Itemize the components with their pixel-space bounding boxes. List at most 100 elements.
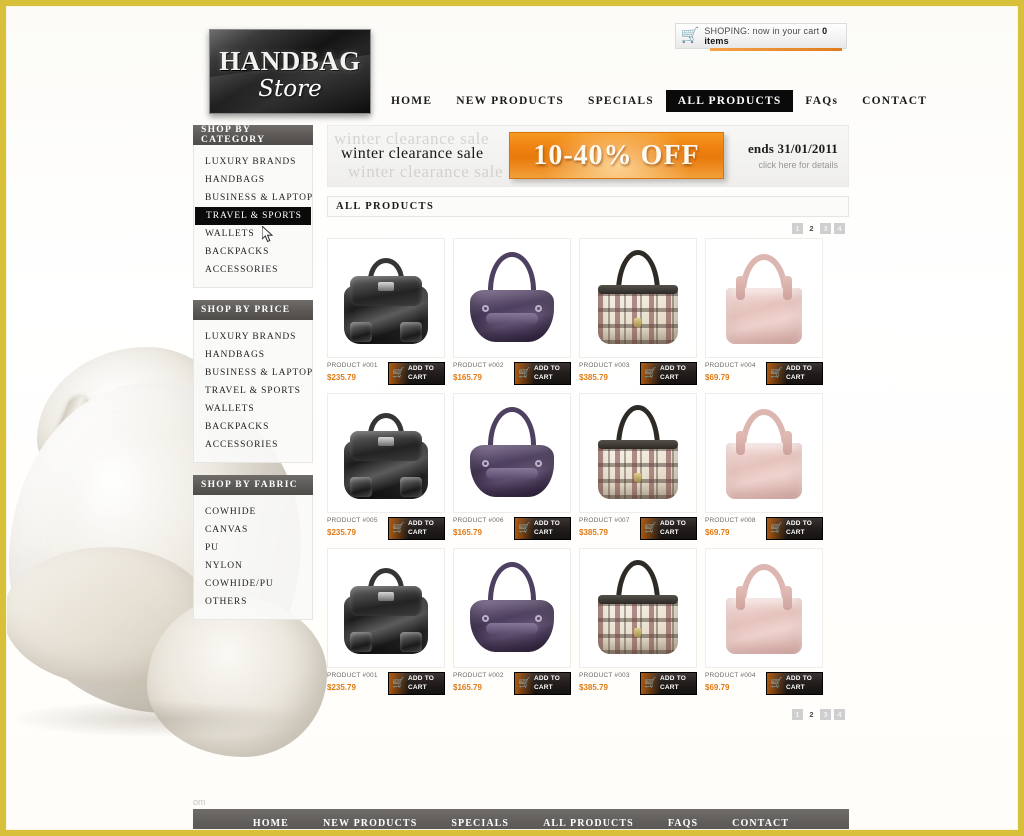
add-to-cart-button[interactable]: 🛒 ADD TO CART bbox=[640, 672, 697, 695]
sidebar-item-cowhide-pu[interactable]: COWHIDE/PU bbox=[194, 575, 312, 593]
add-to-cart-button[interactable]: 🛒 ADD TO CART bbox=[766, 517, 823, 540]
product-thumbnail[interactable] bbox=[705, 548, 823, 668]
add-to-cart-line-1: ADD TO bbox=[786, 365, 812, 373]
sidebar-item-canvas[interactable]: CANVAS bbox=[194, 521, 312, 539]
product-thumbnail[interactable] bbox=[327, 548, 445, 668]
product-info: PRODUCT #001 $235.79 bbox=[327, 672, 378, 692]
product-price: $165.79 bbox=[453, 373, 482, 382]
product-price: $69.79 bbox=[705, 683, 730, 692]
promo-details-link[interactable]: click here for details bbox=[748, 160, 838, 170]
product-name: PRODUCT #007 bbox=[579, 517, 630, 524]
product-thumbnail[interactable] bbox=[453, 393, 571, 513]
product-card[interactable]: PRODUCT #004 $69.79 🛒 ADD TO CART bbox=[705, 548, 823, 695]
add-to-cart-button[interactable]: 🛒 ADD TO CART bbox=[514, 517, 571, 540]
product-card[interactable]: PRODUCT #002 $165.79 🛒 ADD TO CART bbox=[453, 238, 571, 385]
product-card[interactable]: PRODUCT #004 $69.79 🛒 ADD TO CART bbox=[705, 238, 823, 385]
footer-item-new-products[interactable]: NEW PRODUCTS bbox=[323, 818, 417, 829]
sidebar-item-wallets[interactable]: WALLETS bbox=[194, 225, 312, 243]
sidebar-item-nylon[interactable]: NYLON bbox=[194, 557, 312, 575]
product-meta: PRODUCT #008 $69.79 🛒 ADD TO CART bbox=[705, 513, 823, 540]
add-to-cart-button[interactable]: 🛒 ADD TO CART bbox=[766, 672, 823, 695]
add-to-cart-button[interactable]: 🛒 ADD TO CART bbox=[514, 362, 571, 385]
pagination-page-1[interactable]: 1 bbox=[792, 223, 803, 234]
product-thumbnail[interactable] bbox=[579, 393, 697, 513]
sidebar-item-travel-sports[interactable]: TRAVEL & SPORTS bbox=[195, 207, 311, 225]
product-card[interactable]: PRODUCT #001 $235.79 🛒 ADD TO CART bbox=[327, 548, 445, 695]
add-to-cart-button[interactable]: 🛒 ADD TO CART bbox=[640, 517, 697, 540]
pagination-page-3[interactable]: 3 bbox=[820, 223, 831, 234]
pagination-page-4[interactable]: 4 bbox=[834, 709, 845, 720]
shopping-cart-status[interactable]: 🛒 SHOPING: now in your cart 0 items bbox=[675, 23, 847, 51]
footer-item-specials[interactable]: SPECIALS bbox=[451, 818, 509, 829]
sidebar-item-business-laptop[interactable]: BUSINESS & LAPTOP bbox=[194, 189, 312, 207]
product-card[interactable]: PRODUCT #002 $165.79 🛒 ADD TO CART bbox=[453, 548, 571, 695]
product-name: PRODUCT #002 bbox=[453, 672, 504, 679]
sidebar-item-luxury-brands[interactable]: LUXURY BRANDS bbox=[194, 153, 312, 171]
sidebar-item-cowhide[interactable]: COWHIDE bbox=[194, 503, 312, 521]
footer-item-home[interactable]: HOME bbox=[253, 818, 289, 829]
sidebar-item-handbags[interactable]: HANDBAGS bbox=[194, 171, 312, 189]
product-thumbnail[interactable] bbox=[579, 548, 697, 668]
product-card[interactable]: PRODUCT #008 $69.79 🛒 ADD TO CART bbox=[705, 393, 823, 540]
product-card[interactable]: PRODUCT #003 $385.79 🛒 ADD TO CART bbox=[579, 548, 697, 695]
page-canvas: HANDBAG Store 🛒 SHOPING: now in your car… bbox=[6, 6, 1018, 830]
add-to-cart-button[interactable]: 🛒 ADD TO CART bbox=[388, 362, 445, 385]
add-to-cart-label: ADD TO CART bbox=[408, 520, 434, 536]
product-card[interactable]: PRODUCT #005 $235.79 🛒 ADD TO CART bbox=[327, 393, 445, 540]
content-area: winter clearance sale winter clearance s… bbox=[327, 125, 849, 724]
add-to-cart-line-1: ADD TO bbox=[660, 365, 686, 373]
product-card[interactable]: PRODUCT #006 $165.79 🛒 ADD TO CART bbox=[453, 393, 571, 540]
sidebar-item-pu[interactable]: PU bbox=[194, 539, 312, 557]
sidebar-item-others[interactable]: OTHERS bbox=[194, 593, 312, 611]
sidebar-item-travel-sports[interactable]: TRAVEL & SPORTS bbox=[194, 382, 312, 400]
sidebar-item-backpacks[interactable]: BACKPACKS bbox=[194, 243, 312, 261]
nav-item-contact[interactable]: CONTACT bbox=[850, 90, 939, 112]
pagination-page-2[interactable]: 2 bbox=[806, 223, 817, 234]
promo-banner[interactable]: winter clearance sale winter clearance s… bbox=[327, 125, 849, 187]
pagination-page-4[interactable]: 4 bbox=[834, 223, 845, 234]
product-thumbnail[interactable] bbox=[327, 238, 445, 358]
pagination-page-1[interactable]: 1 bbox=[792, 709, 803, 720]
add-to-cart-line-1: ADD TO bbox=[408, 365, 434, 373]
product-info: PRODUCT #004 $69.79 bbox=[705, 672, 756, 692]
product-thumbnail[interactable] bbox=[579, 238, 697, 358]
nav-item-specials[interactable]: SPECIALS bbox=[576, 90, 666, 112]
sidebar-item-luxury-brands[interactable]: LUXURY BRANDS bbox=[194, 328, 312, 346]
product-thumbnail[interactable] bbox=[327, 393, 445, 513]
site-logo[interactable]: HANDBAG Store bbox=[209, 29, 371, 114]
footer-item-contact[interactable]: CONTACT bbox=[732, 818, 789, 829]
pagination-page-3[interactable]: 3 bbox=[820, 709, 831, 720]
product-card[interactable]: PRODUCT #003 $385.79 🛒 ADD TO CART bbox=[579, 238, 697, 385]
product-card[interactable]: PRODUCT #007 $385.79 🛒 ADD TO CART bbox=[579, 393, 697, 540]
add-to-cart-button[interactable]: 🛒 ADD TO CART bbox=[766, 362, 823, 385]
sidebar-item-accessories[interactable]: ACCESSORIES bbox=[194, 436, 312, 454]
add-to-cart-button[interactable]: 🛒 ADD TO CART bbox=[388, 672, 445, 695]
pagination-page-2[interactable]: 2 bbox=[806, 709, 817, 720]
nav-item-home[interactable]: HOME bbox=[379, 90, 444, 112]
sidebar-item-handbags[interactable]: HANDBAGS bbox=[194, 346, 312, 364]
footer-item-all-products[interactable]: ALL PRODUCTS bbox=[543, 818, 634, 829]
nav-item-faqs[interactable]: FAQs bbox=[793, 90, 850, 112]
product-meta: PRODUCT #004 $69.79 🛒 ADD TO CART bbox=[705, 358, 823, 385]
sidebar: SHOP BY CATEGORY LUXURY BRANDS HANDBAGS BUS… bbox=[193, 125, 313, 632]
add-to-cart-label: ADD TO CART bbox=[660, 520, 686, 536]
product-thumbnail[interactable] bbox=[453, 548, 571, 668]
add-to-cart-button[interactable]: 🛒 ADD TO CART bbox=[514, 672, 571, 695]
sidebar-item-backpacks[interactable]: BACKPACKS bbox=[194, 418, 312, 436]
product-thumbnail[interactable] bbox=[705, 393, 823, 513]
product-card[interactable]: PRODUCT #001 $235.79 🛒 ADD TO CART bbox=[327, 238, 445, 385]
promo-discount-badge[interactable]: 10-40% OFF bbox=[509, 132, 724, 179]
sidebar-item-accessories[interactable]: ACCESSORIES bbox=[194, 261, 312, 279]
product-thumbnail[interactable] bbox=[453, 238, 571, 358]
add-to-cart-button[interactable]: 🛒 ADD TO CART bbox=[640, 362, 697, 385]
sidebar-item-wallets[interactable]: WALLETS bbox=[194, 400, 312, 418]
nav-item-all-products[interactable]: ALL PRODUCTS bbox=[665, 90, 794, 112]
footer-item-faqs[interactable]: FAQS bbox=[668, 818, 698, 829]
add-to-cart-button[interactable]: 🛒 ADD TO CART bbox=[388, 517, 445, 540]
product-thumbnail[interactable] bbox=[705, 238, 823, 358]
add-to-cart-line-2: CART bbox=[534, 528, 553, 536]
product-image-bag-004 bbox=[716, 556, 812, 660]
add-to-cart-line-1: ADD TO bbox=[660, 520, 686, 528]
sidebar-item-business-laptop[interactable]: BUSINESS & LAPTOP bbox=[194, 364, 312, 382]
nav-item-new-products[interactable]: NEW PRODUCTS bbox=[444, 90, 576, 112]
